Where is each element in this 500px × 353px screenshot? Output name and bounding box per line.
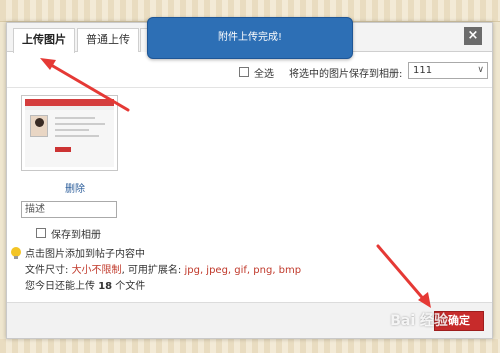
info-tip: 点击图片添加到帖子内容中 — [25, 249, 145, 260]
thumb-avatar — [30, 115, 48, 137]
save-to-album-checkbox-label: 保存到相册 — [51, 230, 101, 241]
save-to-album-checkbox[interactable] — [36, 228, 46, 238]
description-input[interactable]: 描述 — [21, 201, 117, 218]
close-button[interactable]: × — [464, 27, 482, 45]
watermark: Bai 经验 — [390, 313, 448, 329]
divider — [7, 87, 492, 88]
delete-link[interactable]: 删除 — [65, 180, 85, 195]
page-background-bottom — [0, 339, 500, 353]
size-value: 大小不限制 — [71, 265, 122, 276]
chevron-down-icon: ∨ — [477, 65, 484, 75]
select-all-checkbox[interactable] — [239, 67, 249, 77]
today-prefix: 您今日还能上传 — [25, 281, 99, 292]
album-select-value: 111 — [413, 65, 433, 76]
thumb-line — [55, 129, 89, 131]
info-daily-limit: 您今日还能上传 18 个文件 — [25, 277, 145, 292]
select-row: 全选 将选中的图片保存到相册: 111 ∨ — [7, 60, 492, 86]
thumb-line — [55, 117, 95, 119]
tab-normal-upload[interactable]: 普通上传 — [77, 28, 139, 52]
upload-dialog: 上传图片 普通上传 相 × 附件上传完成! 全选 将选中的图片保存到相册: 11… — [6, 17, 493, 339]
ext-label: , 可用扩展名: — [121, 265, 185, 276]
lightbulb-icon — [11, 247, 21, 259]
today-suffix: 个文件 — [112, 281, 146, 292]
save-to-album-label: 将选中的图片保存到相册: — [289, 69, 403, 80]
thumb-line — [55, 123, 105, 125]
tab-upload-image[interactable]: 上传图片 — [13, 28, 75, 53]
thumb-button — [55, 147, 71, 152]
upload-complete-toast: 附件上传完成! — [147, 17, 353, 59]
uploaded-image-thumbnail[interactable] — [21, 95, 118, 171]
thumb-line — [55, 135, 99, 137]
ext-value: jpg, jpeg, gif, png, bmp — [184, 265, 302, 276]
album-select[interactable]: 111 ∨ — [408, 62, 488, 79]
thumbnail-preview — [25, 99, 114, 167]
today-count: 18 — [98, 281, 113, 292]
thumb-nav — [25, 106, 114, 110]
select-all-label: 全选 — [254, 69, 274, 80]
info-file-size: 文件尺寸: 大小不限制, 可用扩展名: jpg, jpeg, gif, png,… — [25, 261, 301, 276]
size-label: 文件尺寸: — [25, 265, 72, 276]
thumb-header-bar — [25, 99, 114, 106]
